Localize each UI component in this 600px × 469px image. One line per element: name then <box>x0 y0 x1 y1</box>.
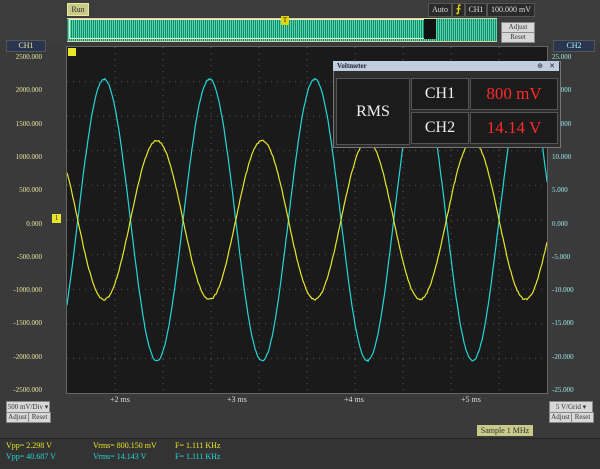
trigger-mode-button[interactable]: Auto <box>428 3 452 17</box>
voltmeter-ch1-value: 800 mV <box>471 79 557 109</box>
ch1-frequency: F= 1.111 KHz <box>175 441 220 450</box>
voltmeter-ch2-label-cell: CH2 <box>411 112 469 144</box>
ch1-adjust-button[interactable]: Adjust <box>6 412 29 423</box>
voltmeter-ch1-label: CH1 <box>412 79 468 109</box>
ch1-y-tick-label: -1500.000 <box>0 319 42 327</box>
ch2-y-tick-label: -15.000 <box>552 319 594 327</box>
ch1-y-tick-label: 0.000 <box>0 220 42 228</box>
ch1-y-tick-label: -2000.000 <box>0 353 42 361</box>
voltmeter-title-bar[interactable]: Voltmeter ⊕ ✕ <box>333 61 559 71</box>
timebase-window[interactable] <box>69 19 427 39</box>
ch1-zero-marker[interactable]: 1 <box>52 214 61 223</box>
x-tick-label: +3 ms <box>227 395 247 404</box>
ch1-y-tick-label: 2000.000 <box>0 86 42 94</box>
trigger-channel-select[interactable]: CH1 <box>465 3 487 17</box>
ch2-vpp: Vpp= 40.687 V <box>6 452 56 461</box>
ch2-frequency: F= 1.111 KHz <box>175 452 220 461</box>
ch1-y-tick-label: 1500.000 <box>0 120 42 128</box>
ch1-y-tick-label: 2500.000 <box>0 53 42 61</box>
trigger-level-field[interactable]: 100.000 mV <box>487 3 535 17</box>
ch1-y-tick-label: 1000.000 <box>0 153 42 161</box>
measurement-bar <box>0 438 600 469</box>
voltmeter-ch2-label: CH2 <box>412 113 468 143</box>
voltmeter-ch2-value: 14.14 V <box>471 113 557 143</box>
voltmeter-ch1-value-cell: 800 mV <box>470 78 558 110</box>
reset-button[interactable]: Reset <box>501 32 535 43</box>
run-button[interactable]: Run <box>67 3 89 16</box>
ch2-adjust-button[interactable]: Adjust <box>549 412 572 423</box>
close-icon[interactable]: ✕ <box>549 61 555 71</box>
ch1-y-tick-label: -2500.000 <box>0 386 42 394</box>
rms-label: RMS <box>337 79 409 144</box>
ch2-y-tick-label: 10.000 <box>552 153 594 161</box>
pin-icon[interactable]: ⊕ <box>537 61 543 71</box>
voltmeter-title: Voltmeter <box>337 61 367 71</box>
ch2-y-tick-label: 5.000 <box>552 186 594 194</box>
voltmeter-ch2-value-cell: 14.14 V <box>470 112 558 144</box>
x-tick-label: +2 ms <box>110 395 130 404</box>
ch2-header: CH2 <box>553 40 595 52</box>
trigger-edge-icon[interactable]: ⨍ <box>452 3 465 17</box>
ch2-y-tick-label: -20.000 <box>552 353 594 361</box>
rms-label-cell: RMS <box>336 78 410 145</box>
ch1-reset-button[interactable]: Reset <box>28 412 51 423</box>
voltmeter-ch1-label-cell: CH1 <box>411 78 469 110</box>
ch2-y-tick-label: -25.000 <box>552 386 594 394</box>
timebar-end-handle[interactable] <box>424 19 436 39</box>
trigger-time-marker[interactable]: T <box>281 16 289 25</box>
ch2-reset-button[interactable]: Reset <box>571 412 594 423</box>
ch1-vpp: Vpp= 2.298 V <box>6 441 52 450</box>
cursor-marker-icon[interactable] <box>68 48 76 56</box>
ch1-header: CH1 <box>6 40 46 52</box>
ch2-y-tick-label: 0.000 <box>552 220 594 228</box>
ch1-vrms: Vrms= 800.150 mV <box>93 441 157 450</box>
ch2-y-tick-label: 25.000 <box>552 53 594 61</box>
x-tick-label: +5 ms <box>461 395 481 404</box>
ch1-y-tick-label: 500.000 <box>0 186 42 194</box>
ch2-y-tick-label: -10.000 <box>552 286 594 294</box>
ch1-y-tick-label: -500.000 <box>0 253 42 261</box>
ch1-y-tick-label: -1000.000 <box>0 286 42 294</box>
ch2-y-tick-label: -5.000 <box>552 253 594 261</box>
x-tick-label: +4 ms <box>344 395 364 404</box>
sample-rate-badge: Sample 1 MHz <box>477 425 533 436</box>
ch2-vrms: Vrms= 14.143 V <box>93 452 146 461</box>
